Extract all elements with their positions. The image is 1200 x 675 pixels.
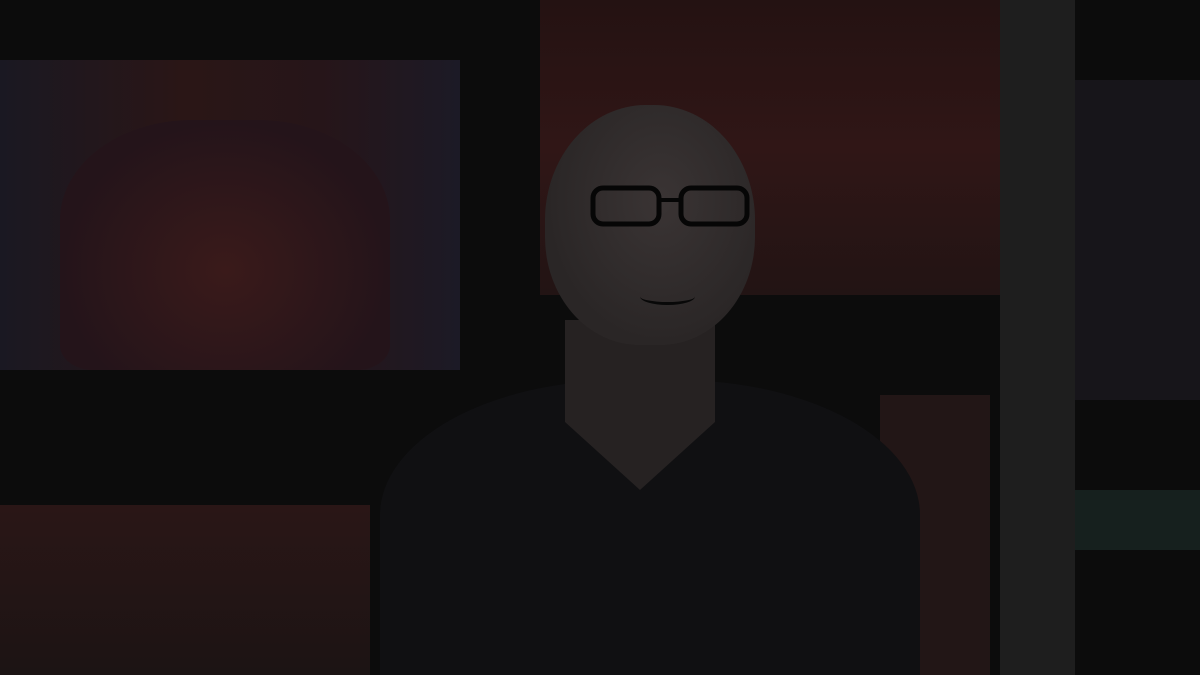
person-mouth xyxy=(640,288,695,305)
left-poster xyxy=(60,120,390,370)
right-box xyxy=(1075,490,1200,550)
video-frame xyxy=(0,0,1200,675)
right-shelf xyxy=(1075,80,1200,400)
lower-left-shelf xyxy=(0,505,370,675)
pillar xyxy=(1000,0,1075,675)
glasses-icon xyxy=(590,185,750,227)
